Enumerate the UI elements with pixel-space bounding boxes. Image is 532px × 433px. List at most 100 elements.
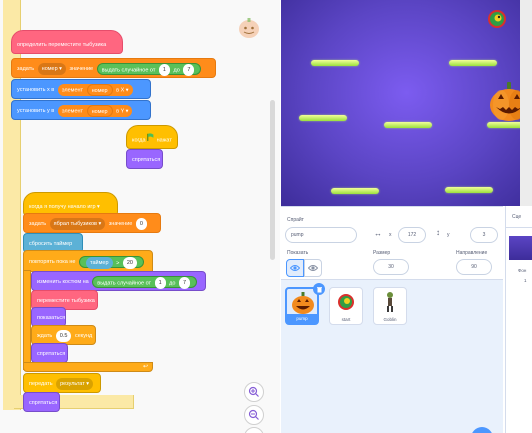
define-label: определить переместите тыбузика	[17, 42, 107, 48]
hide-block[interactable]: спрятаться	[126, 149, 163, 169]
when-label: когда	[132, 137, 146, 144]
index-reporter[interactable]: номер	[86, 83, 113, 96]
set-y-block[interactable]: установить y в элемент номер в Y ▾	[11, 100, 151, 120]
switch-costume-label: изменить костюм на	[37, 279, 89, 285]
list-dropdown[interactable]: X ▾	[121, 87, 129, 93]
show-block[interactable]: показаться	[31, 307, 66, 327]
set-number-block[interactable]: задать номер ▾ значение выдать случайное…	[11, 58, 216, 78]
x-value: 172	[407, 232, 417, 238]
value-input[interactable]: 0	[135, 217, 147, 230]
pumpkin-thumbnail	[292, 292, 314, 314]
platform	[449, 60, 497, 66]
set-caught-block[interactable]: задать ябрал тыбузиков ▾ значение 0	[23, 213, 161, 233]
backdrop-thumbnail[interactable]	[509, 236, 532, 260]
random-to-input[interactable]: 7	[183, 63, 195, 76]
broadcast-block[interactable]: передать результат ▾	[23, 373, 101, 393]
hide-sprite-button[interactable]	[304, 259, 322, 277]
y-label: y	[447, 232, 450, 238]
random-label: выдать случайное от	[101, 67, 156, 73]
item-label: элемент	[61, 87, 84, 93]
sprite-tile-goblin[interactable]: Goblin	[373, 287, 407, 325]
index-reporter[interactable]: номер	[86, 104, 113, 117]
hide-block[interactable]: спрятаться	[31, 343, 68, 363]
stage-header-label: Сце	[512, 214, 522, 220]
reset-timer-label: сбросить таймер	[29, 241, 73, 247]
hide-block[interactable]: спрятаться	[23, 392, 60, 412]
size-value: 30	[388, 264, 394, 270]
define-block[interactable]: определить переместите тыбузика	[11, 30, 123, 54]
limit-input[interactable]: 20	[122, 256, 137, 269]
clicked-label: нажат	[156, 137, 172, 144]
set-label: задать	[29, 221, 47, 227]
set-x-block[interactable]: установить x в элемент номер в X ▾	[11, 79, 151, 99]
backdrop-count: 1	[524, 278, 527, 283]
random-to-input[interactable]: 7	[178, 276, 191, 289]
sprite-tile-label: start	[341, 317, 351, 322]
zoom-out-button[interactable]	[244, 405, 264, 425]
sprite-label: Спрайт	[287, 217, 304, 223]
random-to-label: до	[169, 280, 176, 286]
switch-costume-block[interactable]: изменить костюм на выдать случайное от 1…	[31, 271, 206, 291]
stage[interactable]	[281, 0, 532, 206]
seconds-label: секунд	[74, 333, 93, 339]
value-label: значение	[69, 66, 94, 72]
timer-reporter[interactable]: таймер	[86, 256, 113, 269]
item-of-list-reporter[interactable]: элемент номер в Y ▾	[57, 104, 133, 117]
sprite-tile-label: pump	[287, 314, 317, 323]
greater-than-operator[interactable]: таймер > 20	[79, 255, 144, 269]
green-flag-icon	[147, 126, 155, 148]
when-receive-label: когда я получу начало игр ▾	[29, 204, 100, 210]
random-from-input[interactable]: 1	[154, 276, 166, 289]
loop-arrow-icon: ↩	[142, 364, 148, 370]
wait-input[interactable]: 0.5	[55, 329, 72, 342]
hide-label: спрятаться	[29, 400, 58, 406]
broadcast-label: передать	[29, 381, 53, 387]
hide-label: спрятаться	[132, 157, 161, 163]
item-of-list-reporter[interactable]: элемент номер в X ▾	[57, 83, 133, 96]
y-value: 3	[482, 232, 486, 238]
size-input[interactable]: 30	[373, 259, 409, 275]
vertical-scrollbar[interactable]	[270, 100, 275, 260]
when-flag-clicked-block[interactable]: когда нажат	[126, 125, 178, 149]
stage-edge	[520, 0, 532, 206]
random-from-input[interactable]: 1	[158, 63, 170, 76]
zoom-in-button[interactable]	[244, 382, 264, 402]
direction-input[interactable]: 90	[456, 259, 492, 275]
direction-label: Направление	[456, 250, 488, 256]
sprite-name-value: pump	[291, 232, 304, 238]
variable-dropdown[interactable]: ябрал тыбузиков ▾	[49, 217, 106, 230]
eye-icon	[290, 265, 300, 271]
show-label: Показать	[287, 250, 309, 256]
choose-sprite-button[interactable]	[471, 427, 493, 433]
delete-sprite-button[interactable]	[313, 283, 325, 295]
show-sprite-button[interactable]	[286, 259, 304, 277]
start-sprite[interactable]	[487, 9, 507, 29]
message-dropdown[interactable]: результат ▾	[56, 377, 94, 390]
current-sprite-icon	[236, 14, 262, 40]
platform	[384, 122, 432, 128]
random-reporter[interactable]: выдать случайное от 1 до 7	[96, 62, 202, 76]
sprite-pane: Спрайт pump ↔ x 172 ↕ y 3 Показать Разме…	[281, 206, 503, 433]
list-dropdown[interactable]: Y ▾	[121, 108, 129, 114]
sprite-name-input[interactable]: pump	[285, 227, 357, 243]
y-input[interactable]: 3	[470, 227, 498, 243]
of-label: в	[116, 108, 120, 114]
stage-selector-header: Сце	[506, 206, 532, 228]
zoom-reset-button[interactable]	[244, 427, 264, 433]
sprite-tile-start[interactable]: start	[329, 287, 363, 325]
x-input[interactable]: 172	[398, 227, 426, 243]
platform	[311, 60, 359, 66]
repeat-until-block[interactable]: повторять пока не таймер > 20	[23, 250, 153, 272]
of-label: в	[116, 87, 120, 93]
code-area[interactable]: определить переместите тыбузика задать н…	[0, 0, 280, 433]
trash-icon	[316, 286, 322, 292]
sprite-tile-pump[interactable]: pump	[285, 283, 325, 325]
sprite-info-panel: Спрайт pump ↔ x 172 ↕ y 3 Показать Разме…	[281, 207, 503, 280]
wait-label: ждать	[37, 333, 53, 339]
direction-value: 90	[471, 264, 477, 270]
variable-dropdown[interactable]: номер ▾	[37, 62, 66, 75]
wait-block[interactable]: ждать 0.5 секунд	[31, 325, 96, 345]
gt-symbol: >	[116, 260, 120, 266]
random-reporter[interactable]: выдать случайное от 1 до 7	[92, 275, 198, 289]
size-label: Размер	[373, 250, 391, 256]
